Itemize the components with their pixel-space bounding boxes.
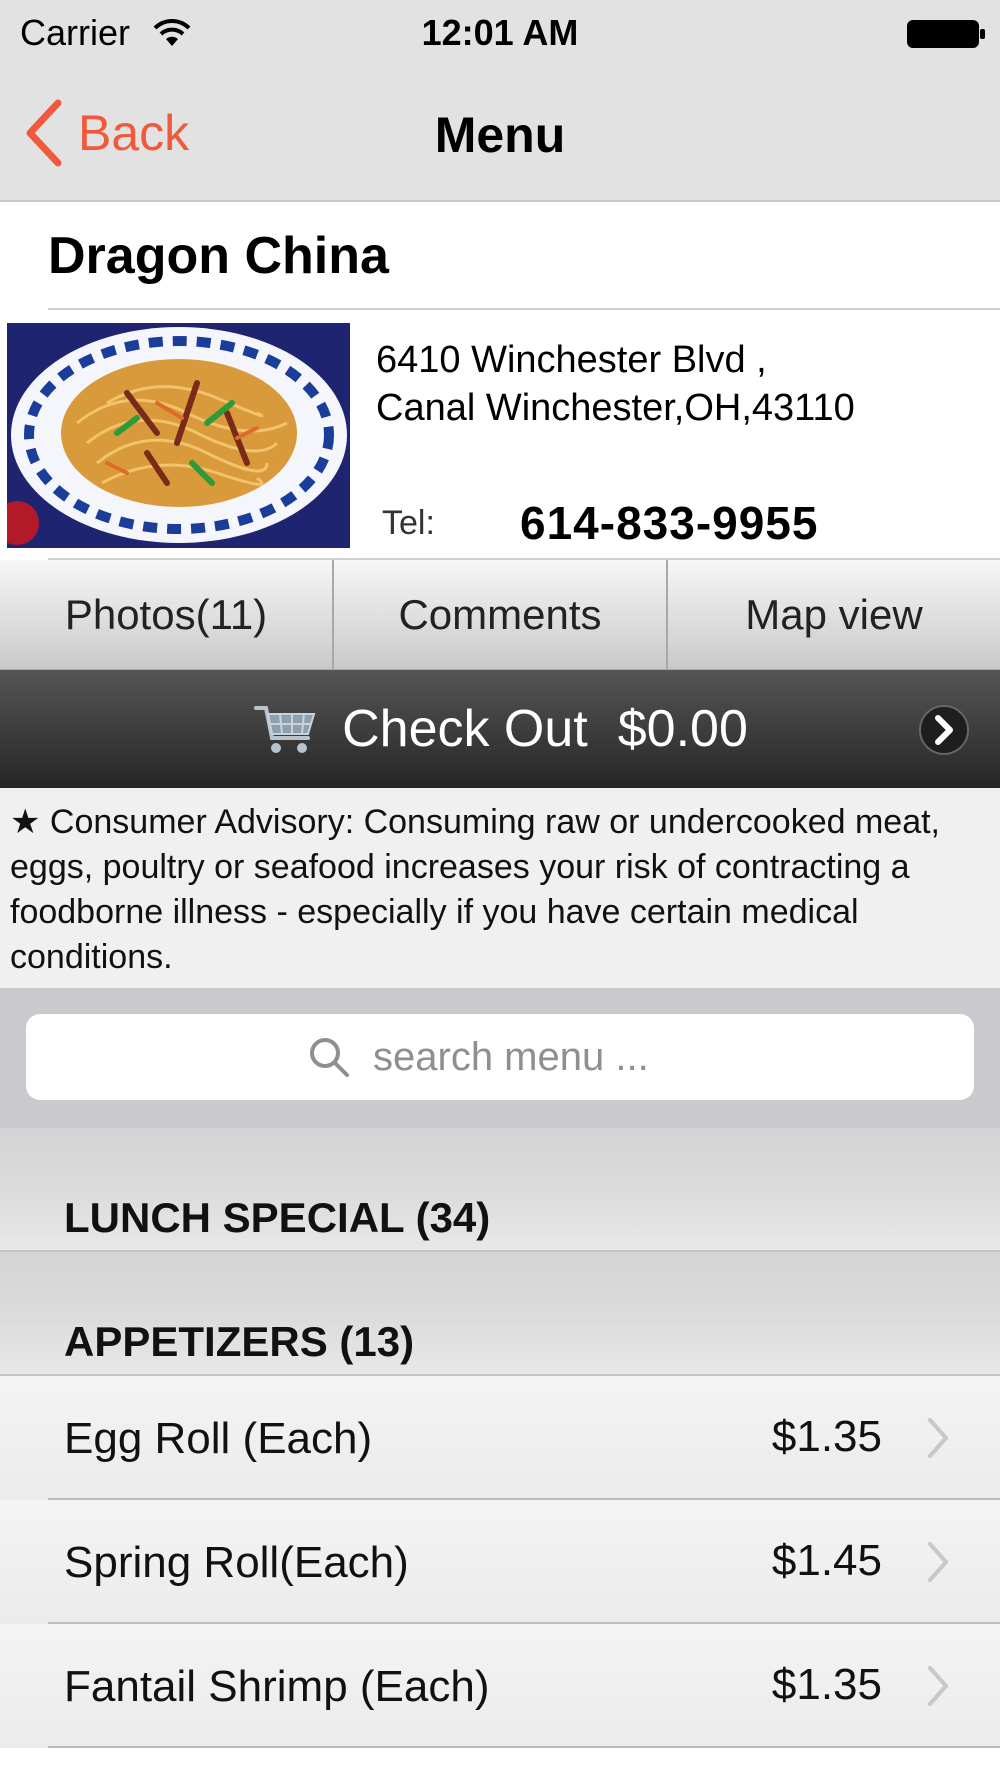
shopping-cart-icon — [254, 706, 316, 753]
menu-item-row[interactable]: Spring Roll(Each) $1.45 — [0, 1500, 1000, 1624]
menu-item-name: Egg Roll (Each) — [64, 1414, 373, 1463]
chevron-right-circle-icon[interactable] — [918, 704, 970, 756]
search-box[interactable] — [26, 1014, 974, 1100]
page-title: Menu — [434, 107, 566, 163]
chevron-right-icon — [928, 1542, 948, 1582]
section-appetizers[interactable]: APPETIZERS (13) — [0, 1252, 1000, 1376]
section-title: LUNCH SPECIAL (34) — [64, 1194, 491, 1241]
search-icon — [310, 1038, 349, 1077]
section-lunch-special[interactable]: LUNCH SPECIAL (34) — [0, 1128, 1000, 1252]
checkout-label: Check Out — [342, 700, 588, 758]
chevron-right-icon — [928, 1418, 948, 1458]
menu-item-name: Fantail Shrimp (Each) — [64, 1662, 490, 1711]
noodle-dish-image — [7, 323, 350, 548]
checkout-button[interactable]: Check Out $0.00 — [0, 670, 1000, 788]
divider — [48, 1746, 1000, 1748]
menu-item-price: $1.45 — [771, 1536, 882, 1585]
navigation-bar: Back Menu — [0, 68, 1000, 202]
menu-item-price: $1.35 — [771, 1660, 882, 1709]
menu-item-row[interactable]: Fantail Shrimp (Each) $1.35 — [0, 1624, 1000, 1748]
search-bar — [0, 988, 1000, 1128]
checkout-total: $0.00 — [617, 700, 748, 758]
restaurant-name: Dragon China — [48, 227, 389, 285]
comments-button[interactable]: Comments — [332, 560, 666, 669]
tel-label: Tel: — [382, 504, 435, 542]
menu-item-price: $1.35 — [771, 1412, 882, 1461]
restaurant-address: 6410 Winchester Blvd , Canal Winchester,… — [376, 336, 855, 432]
menu-item-name: Spring Roll(Each) — [64, 1538, 409, 1587]
section-title: APPETIZERS (13) — [64, 1318, 415, 1365]
address-line-1: 6410 Winchester Blvd , — [376, 339, 767, 381]
status-bar: Carrier 12:01 AM — [0, 0, 1000, 68]
menu-item-row[interactable]: Egg Roll (Each) $1.35 — [0, 1376, 1000, 1500]
address-line-2: Canal Winchester,OH,43110 — [376, 387, 855, 429]
segmented-control: Photos(11) Comments Map view — [0, 560, 1000, 670]
status-time: 12:01 AM — [421, 12, 579, 53]
divider — [48, 308, 1000, 310]
consumer-advisory: ★ Consumer Advisory: Consuming raw or un… — [0, 788, 1000, 988]
battery-icon — [907, 20, 985, 48]
phone-number-link[interactable]: 614-833-9955 — [520, 496, 818, 550]
photos-button[interactable]: Photos(11) — [0, 560, 332, 669]
chevron-right-icon — [928, 1666, 948, 1706]
map-view-button[interactable]: Map view — [666, 560, 1000, 669]
search-input[interactable] — [373, 1034, 693, 1080]
restaurant-photo[interactable] — [7, 323, 350, 548]
